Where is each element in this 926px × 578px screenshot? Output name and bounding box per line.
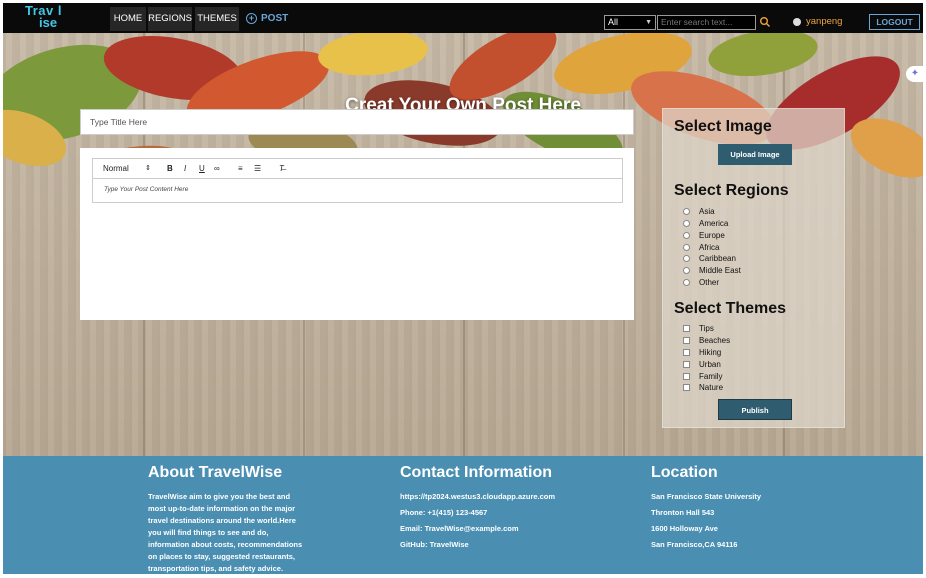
theme-option[interactable]: Family: [683, 372, 723, 381]
region-label: Europe: [699, 231, 725, 240]
radio-button[interactable]: [683, 255, 690, 262]
theme-label: Tips: [699, 324, 714, 333]
user-menu[interactable]: yanpeng: [793, 16, 842, 27]
theme-option[interactable]: Beaches: [683, 336, 730, 345]
checkbox[interactable]: [683, 373, 690, 380]
link-icon[interactable]: ∞: [214, 164, 220, 173]
search-input[interactable]: Enter search text...: [657, 15, 756, 30]
region-label: Africa: [699, 243, 720, 252]
theme-label: Nature: [699, 383, 724, 392]
region-option[interactable]: Africa: [683, 243, 719, 252]
about-line: information about costs, recommendations: [148, 540, 303, 549]
about-line: you will find things to see and do,: [148, 528, 269, 537]
logo[interactable]: Trav l ise: [25, 4, 85, 31]
user-icon: [793, 17, 801, 26]
about-heading: About TravelWise: [148, 464, 283, 481]
chevron-down-icon: ▼: [645, 19, 652, 26]
username: yanpeng: [806, 16, 843, 27]
about-text: TravelWise aim to give you the best and …: [148, 491, 302, 575]
checkbox[interactable]: [683, 337, 690, 344]
logo-line2: ise: [39, 15, 58, 30]
plus-circle-icon: +: [246, 13, 257, 24]
checkbox[interactable]: [683, 361, 690, 368]
location-line: San Francisco,CA 94116: [651, 540, 738, 549]
about-line: most up-to-date information on the major: [148, 504, 296, 513]
location-line: 1600 Holloway Ave: [651, 524, 718, 533]
format-select[interactable]: Normal: [103, 164, 129, 173]
format-select-arrow-icon: ⇕: [145, 165, 151, 172]
about-line: transportation tips, and safety advice.: [148, 564, 284, 573]
theme-label: Family: [699, 372, 723, 381]
nav-regions[interactable]: REGIONS: [148, 7, 192, 31]
region-option[interactable]: America: [683, 219, 728, 228]
search-scope-value: All: [608, 17, 619, 27]
select-image-heading: Select Image: [674, 118, 772, 135]
region-label: America: [699, 219, 729, 228]
italic-icon[interactable]: I: [184, 164, 186, 173]
post-content-input[interactable]: Type Your Post Content Here: [92, 179, 623, 203]
checkbox[interactable]: [683, 325, 690, 332]
region-option[interactable]: Asia: [683, 207, 715, 216]
select-themes-heading: Select Themes: [674, 300, 787, 317]
theme-label: Beaches: [699, 336, 731, 345]
logout-button[interactable]: LOGOUT: [869, 14, 920, 30]
region-option[interactable]: Middle East: [683, 266, 741, 275]
location-heading: Location: [651, 464, 718, 481]
post-editor: Normal ⇕ B I U ∞ ≡ ☰ T̶ Type Your Post C…: [80, 148, 634, 320]
theme-option[interactable]: Tips: [683, 324, 714, 333]
radio-button[interactable]: [683, 279, 690, 286]
checkbox[interactable]: [683, 384, 690, 391]
region-option[interactable]: Caribbean: [683, 254, 736, 263]
theme-option[interactable]: Nature: [683, 383, 723, 392]
checkbox[interactable]: [683, 349, 690, 356]
location-line: Thronton Hall 543: [651, 508, 715, 517]
radio-button[interactable]: [683, 267, 690, 274]
editor-toolbar: Normal ⇕ B I U ∞ ≡ ☰ T̶: [92, 158, 623, 179]
radio-button[interactable]: [683, 208, 690, 215]
nav-themes[interactable]: THEMES: [195, 7, 239, 31]
bold-icon[interactable]: B: [167, 164, 173, 173]
region-option[interactable]: Other: [683, 278, 719, 287]
underline-icon[interactable]: U: [199, 164, 205, 173]
region-label: Asia: [699, 207, 715, 216]
post-title-input[interactable]: Type Title Here: [80, 109, 634, 135]
region-option[interactable]: Europe: [683, 231, 725, 240]
theme-option[interactable]: Hiking: [683, 348, 721, 357]
radio-button[interactable]: [683, 220, 690, 227]
upload-image-button[interactable]: Upload Image: [718, 144, 792, 165]
top-nav: Trav l ise HOME REGIONS THEMES + POST Al…: [3, 3, 923, 33]
nav-home[interactable]: HOME: [110, 7, 146, 31]
theme-option[interactable]: Urban: [683, 360, 721, 369]
sparkle-icon[interactable]: ✦: [906, 66, 924, 82]
theme-label: Hiking: [699, 348, 722, 357]
region-label: Middle East: [699, 266, 741, 275]
nav-post-label: POST: [261, 13, 289, 24]
location-line: San Francisco State University: [651, 492, 762, 501]
publish-button[interactable]: Publish: [718, 399, 792, 420]
contact-url[interactable]: https://tp2024.westus3.cloudapp.azure.co…: [400, 492, 555, 501]
about-line: TravelWise aim to give you the best and: [148, 492, 291, 501]
contact-github: GitHub: TravelWise: [400, 540, 469, 549]
post-options-panel: Select Image Upload Image Select Regions…: [662, 108, 845, 428]
region-label: Caribbean: [699, 254, 736, 263]
select-regions-heading: Select Regions: [674, 182, 789, 199]
bullet-list-icon[interactable]: ☰: [254, 164, 261, 173]
contact-heading: Contact Information: [400, 464, 552, 481]
nav-post[interactable]: + POST: [246, 13, 288, 24]
contact-phone: Phone: +1(415) 123-4567: [400, 508, 488, 517]
clear-format-icon[interactable]: T̶: [279, 164, 284, 173]
search-scope-select[interactable]: All ▼: [604, 15, 656, 30]
about-line: travel destinations around the world.Her…: [148, 516, 296, 525]
region-label: Other: [699, 278, 720, 287]
search-icon[interactable]: [759, 16, 771, 28]
radio-button[interactable]: [683, 232, 690, 239]
footer: About TravelWise TravelWise aim to give …: [3, 456, 923, 574]
radio-button[interactable]: [683, 244, 690, 251]
theme-label: Urban: [699, 360, 721, 369]
about-line: on places to stay, suggested restaurants…: [148, 552, 295, 561]
ordered-list-icon[interactable]: ≡: [238, 164, 243, 173]
contact-email: Email: TravelWise@example.com: [400, 524, 519, 533]
